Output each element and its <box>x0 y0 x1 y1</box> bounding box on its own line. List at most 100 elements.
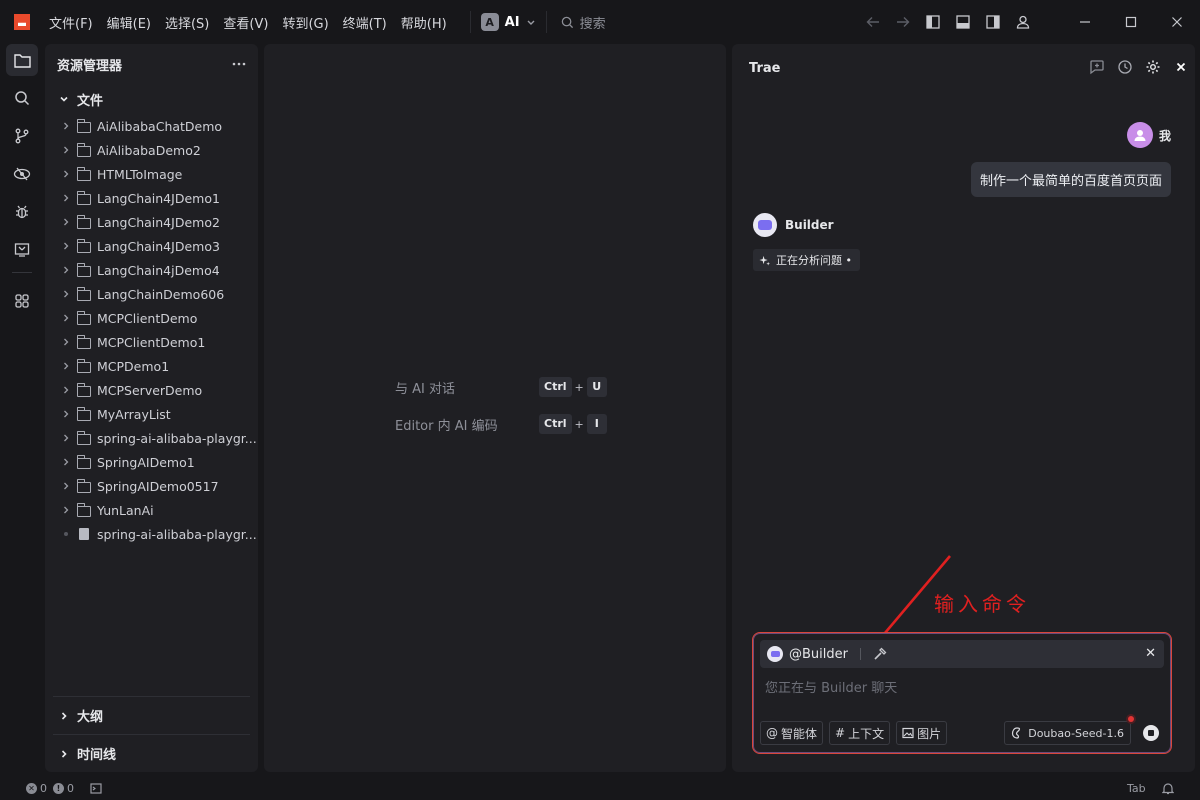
history-icon[interactable] <box>1111 54 1139 80</box>
section-outline-header[interactable]: 大纲 <box>53 697 250 734</box>
folder-icon <box>77 407 91 421</box>
menu-terminal[interactable]: 终端(T) <box>336 13 394 32</box>
file-tree-item[interactable]: spring-ai-alibaba-playgr... <box>45 522 258 546</box>
folder-tree-item[interactable]: LangChain4jDemo4 <box>45 258 258 282</box>
key-cap: Ctrl <box>539 414 572 434</box>
close-panel-icon[interactable] <box>1167 54 1195 80</box>
search-panel-icon[interactable] <box>6 82 38 114</box>
tab-indicator[interactable]: Tab <box>1127 782 1146 795</box>
terminal-icon[interactable] <box>90 782 102 794</box>
chevron-right-icon <box>64 266 69 274</box>
close-window-icon[interactable] <box>1154 0 1200 44</box>
extensions-icon[interactable] <box>6 285 38 317</box>
toggle-right-panel-icon[interactable] <box>978 0 1008 44</box>
folder-tree-item[interactable]: AiAlibabaDemo2 <box>45 138 258 162</box>
key-plus: + <box>574 380 584 394</box>
folder-tree-item[interactable]: spring-ai-alibaba-playgr... <box>45 426 258 450</box>
remote-explorer-icon[interactable] <box>6 158 38 190</box>
chat-title: Trae <box>749 61 781 76</box>
source-control-icon[interactable] <box>6 120 38 152</box>
menu-edit[interactable]: 编辑(E) <box>100 13 158 32</box>
menu-go[interactable]: 转到(G) <box>275 13 335 32</box>
chip-label: 图片 <box>917 726 942 741</box>
folder-tree-item[interactable]: SpringAIDemo1 <box>45 450 258 474</box>
stop-generation-button[interactable] <box>1143 725 1159 741</box>
agent-mention[interactable]: @Builder <box>789 647 848 662</box>
tree-item-label: LangChainDemo606 <box>97 286 225 302</box>
explorer-files-icon[interactable] <box>6 44 38 76</box>
user-message-bubble: 制作一个最简单的百度首页页面 <box>970 162 1171 197</box>
hammer-icon[interactable] <box>873 647 887 661</box>
problems-indicator[interactable]: ✕ 0 ! 0 <box>26 782 74 795</box>
folder-tree-item[interactable]: MCPServerDemo <box>45 378 258 402</box>
chevron-right-icon <box>64 146 69 154</box>
user-name: 我 <box>1158 128 1171 143</box>
folder-icon <box>77 479 91 493</box>
chevron-right-icon <box>64 242 69 250</box>
image-chip-button[interactable]: 图片 <box>896 721 948 745</box>
settings-gear-icon[interactable] <box>1139 54 1167 80</box>
at-icon: @ <box>766 726 778 740</box>
chevron-right-icon <box>64 338 69 346</box>
chat-input-placeholder[interactable]: 您正在与 Builder 聊天 <box>765 677 897 696</box>
maximize-icon[interactable] <box>1108 0 1154 44</box>
folder-tree-item[interactable]: SpringAIDemo0517 <box>45 474 258 498</box>
folder-tree-item[interactable]: LangChainDemo606 <box>45 282 258 306</box>
remove-agent-close-icon[interactable]: ✕ <box>1145 646 1156 661</box>
ai-mode-switcher[interactable]: A AI <box>469 11 547 33</box>
forward-arrow-icon[interactable] <box>888 0 918 44</box>
model-selector[interactable]: Doubao-Seed-1.6 <box>1004 716 1134 745</box>
explorer-header: 资源管理器 <box>45 44 258 84</box>
folder-tree-item[interactable]: LangChain4JDemo1 <box>45 186 258 210</box>
editor-area[interactable]: 与 AI 对话 Ctrl + U Editor 内 AI 编码 Ctrl + I <box>264 44 726 772</box>
account-icon[interactable] <box>1008 0 1038 44</box>
bullet-dot <box>64 532 68 536</box>
file-icon <box>79 528 89 540</box>
toggle-bottom-panel-icon[interactable] <box>948 0 978 44</box>
command-search[interactable]: 搜索 <box>561 13 606 32</box>
minimize-icon[interactable] <box>1062 0 1108 44</box>
section-outline-label: 大纲 <box>77 710 104 725</box>
folder-icon <box>77 263 91 277</box>
more-actions-icon[interactable] <box>232 62 246 66</box>
folder-tree-item[interactable]: MCPClientDemo1 <box>45 330 258 354</box>
section-files-label: 文件 <box>77 93 104 109</box>
chevron-right-icon <box>61 711 67 720</box>
toggle-left-panel-icon[interactable] <box>918 0 948 44</box>
tree-item-label: LangChain4JDemo3 <box>97 238 220 254</box>
folder-tree-item[interactable]: YunLanAi <box>45 498 258 522</box>
chip-label: 上下文 <box>848 726 885 741</box>
warning-icon: ! <box>53 782 64 794</box>
agent-chip-button[interactable]: @ 智能体 <box>760 721 824 745</box>
shortcut-keys: Ctrl + I <box>539 414 607 434</box>
tree-item-label: spring-ai-alibaba-playgr... <box>97 526 257 542</box>
back-arrow-icon[interactable] <box>858 0 888 44</box>
folder-tree-item[interactable]: AiAlibabaChatDemo <box>45 114 258 138</box>
bell-icon[interactable] <box>1162 782 1174 795</box>
chat-toolbar <box>1083 54 1195 80</box>
folder-tree-item[interactable]: MyArrayList <box>45 402 258 426</box>
folder-tree-item[interactable]: LangChain4JDemo3 <box>45 234 258 258</box>
folder-tree-item[interactable]: MCPDemo1 <box>45 354 258 378</box>
title-bar-actions <box>858 0 1200 44</box>
section-files-header[interactable]: 文件 <box>45 84 258 114</box>
user-silhouette-icon <box>1134 130 1146 141</box>
menu-view[interactable]: 查看(V) <box>216 13 275 32</box>
preview-panel-icon[interactable] <box>6 234 38 266</box>
file-tree: AiAlibabaChatDemo AiAlibabaDemo2 HTMLToIma… <box>45 114 258 546</box>
user-avatar <box>1126 122 1153 148</box>
folder-tree-item[interactable]: MCPClientDemo <box>45 306 258 330</box>
menu-help[interactable]: 帮助(H) <box>394 13 454 32</box>
context-chip-button[interactable]: # 上下文 <box>829 721 891 745</box>
new-chat-icon[interactable] <box>1083 54 1111 80</box>
chip-label: 智能体 <box>781 726 818 741</box>
folder-icon <box>77 239 91 253</box>
section-timeline-header[interactable]: 时间线 <box>53 735 250 772</box>
folder-tree-item[interactable]: LangChain4JDemo2 <box>45 210 258 234</box>
debug-bug-icon[interactable] <box>6 196 38 228</box>
menu-selection[interactable]: 选择(S) <box>158 13 216 32</box>
chat-input-box[interactable]: @Builder ✕ 您正在与 Builder 聊天 @ 智能体 # 上下文 图… <box>752 632 1172 754</box>
menu-file[interactable]: 文件(F) <box>42 13 100 32</box>
tree-item-label: AiAlibabaChatDemo <box>97 118 223 134</box>
folder-tree-item[interactable]: HTMLToImage <box>45 162 258 186</box>
